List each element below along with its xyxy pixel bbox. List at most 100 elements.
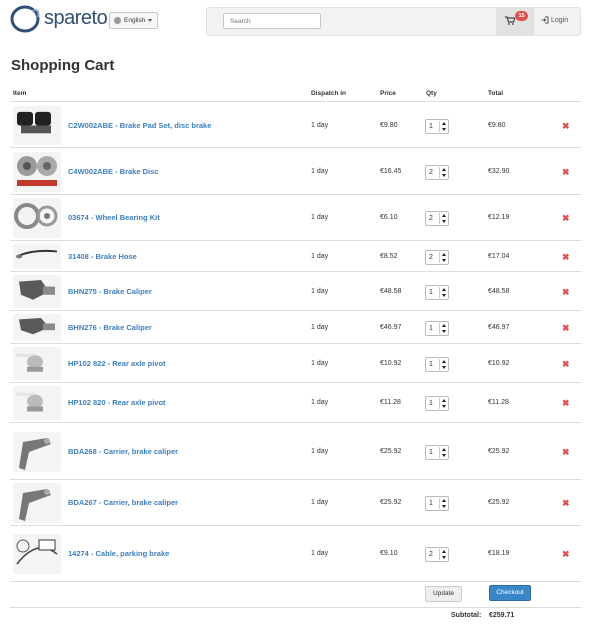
dispatch-time: 1 day <box>311 399 329 406</box>
caliper-carrier-image[interactable] <box>13 483 61 523</box>
product-link[interactable]: BHN276 - Brake Caliper <box>68 323 152 332</box>
quantity-stepper[interactable]: 2 <box>425 165 449 180</box>
product-link[interactable]: HP102 820 - Rear axle pivot <box>68 398 166 407</box>
stepper-arrows-icon[interactable] <box>439 323 447 334</box>
column-price: Price <box>380 90 396 97</box>
line-total: €11.28 <box>488 399 509 406</box>
stepper-arrows-icon[interactable] <box>439 167 447 178</box>
cart-row: BDA268 - Carrier, brake caliper 1 day €25.… <box>10 423 581 480</box>
remove-item-icon[interactable]: ✖ <box>562 252 570 263</box>
stepper-arrows-icon[interactable] <box>439 359 447 370</box>
subtotal-value: €259.71 <box>489 612 515 619</box>
product-link[interactable]: 31408 - Brake Hose <box>68 252 137 261</box>
axle-pivot-image[interactable]: febest <box>13 347 61 380</box>
axle-pivot-image[interactable]: febest <box>13 386 61 420</box>
wheel-bearing-image[interactable] <box>13 198 61 238</box>
remove-item-icon[interactable]: ✖ <box>562 323 570 334</box>
product-link[interactable]: HP102 822 - Rear axle pivot <box>68 359 166 368</box>
remove-item-icon[interactable]: ✖ <box>562 121 570 132</box>
spareto-logo[interactable]: spareto <box>10 5 108 33</box>
subtotal-label: Subtotal: <box>451 612 482 619</box>
product-link[interactable]: C2W002ABE - Brake Pad Set, disc brake <box>68 121 211 130</box>
brake-pads-image[interactable] <box>13 106 61 145</box>
checkout-button[interactable]: Checkout <box>489 585 531 601</box>
quantity-stepper[interactable]: 1 <box>425 357 449 372</box>
remove-item-icon[interactable]: ✖ <box>562 549 570 560</box>
stepper-arrows-icon[interactable] <box>439 398 447 409</box>
quantity-stepper[interactable]: 1 <box>425 445 449 460</box>
dispatch-time: 1 day <box>311 324 329 331</box>
quantity-stepper[interactable]: 1 <box>425 285 449 300</box>
dispatch-time: 1 day <box>311 253 329 260</box>
quantity-stepper[interactable]: 2 <box>425 211 449 226</box>
quantity-stepper[interactable]: 1 <box>425 321 449 336</box>
remove-item-icon[interactable]: ✖ <box>562 287 570 298</box>
dispatch-time: 1 day <box>311 168 329 175</box>
cart-row: BHN276 - Brake Caliper 1 day €46.97 1 €46.97… <box>10 311 581 344</box>
cart-button[interactable]: 15 <box>496 8 534 35</box>
unit-price: €16.45 <box>380 168 402 175</box>
unit-price: €25.92 <box>380 499 402 506</box>
line-total: €46.97 <box>488 324 510 331</box>
parking-cable-image[interactable] <box>13 534 61 574</box>
stepper-arrows-icon[interactable] <box>439 252 447 263</box>
search-input[interactable] <box>223 13 321 29</box>
product-link[interactable]: BDA268 - Carrier, brake caliper <box>68 447 178 456</box>
remove-item-icon[interactable]: ✖ <box>562 498 570 509</box>
remove-item-icon[interactable]: ✖ <box>562 359 570 370</box>
cart-count-badge: 15 <box>515 11 528 21</box>
globe-icon <box>114 17 121 24</box>
stepper-arrows-icon[interactable] <box>439 447 447 458</box>
remove-item-icon[interactable]: ✖ <box>562 398 570 409</box>
product-link[interactable]: BDA267 - Carrier, brake caliper <box>68 498 178 507</box>
line-total: €9.80 <box>488 122 506 129</box>
quantity-stepper[interactable]: 1 <box>425 496 449 511</box>
cart-row: 31408 - Brake Hose 1 day €8.52 2 €17.04 ✖ <box>10 241 581 272</box>
language-dropdown[interactable]: English <box>109 12 158 29</box>
product-link[interactable]: 03674 - Wheel Bearing Kit <box>68 213 160 222</box>
product-link[interactable]: 14274 - Cable, parking brake <box>68 549 169 558</box>
brake-caliper-image[interactable] <box>13 275 61 308</box>
quantity-stepper[interactable]: 1 <box>425 119 449 134</box>
logo-mark-icon <box>10 5 40 33</box>
column-total: Total <box>488 90 504 97</box>
remove-item-icon[interactable]: ✖ <box>562 167 570 178</box>
product-link[interactable]: C4W002ABE - Brake Disc <box>68 167 158 176</box>
quantity-value: 2 <box>429 215 433 222</box>
stepper-arrows-icon[interactable] <box>439 549 447 560</box>
unit-price: €25.92 <box>380 448 402 455</box>
quantity-stepper[interactable]: 1 <box>425 396 449 411</box>
dispatch-time: 1 day <box>311 448 329 455</box>
caliper-carrier-image[interactable] <box>13 432 61 472</box>
stepper-arrows-icon[interactable] <box>439 498 447 509</box>
login-label: Login <box>551 16 569 24</box>
quantity-value: 1 <box>429 500 433 507</box>
line-total: €10.92 <box>488 360 510 367</box>
stepper-arrows-icon[interactable] <box>439 121 447 132</box>
login-link[interactable]: Login <box>541 16 568 24</box>
quantity-stepper[interactable]: 2 <box>425 547 449 562</box>
remove-item-icon[interactable]: ✖ <box>562 213 570 224</box>
brake-hose-image[interactable] <box>13 244 61 269</box>
site-header: spareto English 15 Login <box>0 0 591 40</box>
logo-text: spareto <box>44 7 108 29</box>
cart-row: C2W002ABE - Brake Pad Set, disc brake 1 d… <box>10 103 581 148</box>
remove-item-icon[interactable]: ✖ <box>562 447 570 458</box>
quantity-stepper[interactable]: 2 <box>425 250 449 265</box>
cart-row: febest HP102 822 - Rear axle pivot 1 day €1… <box>10 344 581 383</box>
line-total: €25.92 <box>488 499 510 506</box>
unit-price: €9.80 <box>380 122 398 129</box>
svg-text:febest: febest <box>16 393 36 398</box>
brake-disc-image[interactable] <box>13 152 61 192</box>
quantity-value: 1 <box>429 449 433 456</box>
cart-row: 03674 - Wheel Bearing Kit 1 day €6.10 2 €12.… <box>10 195 581 241</box>
svg-text:febest: febest <box>16 353 36 358</box>
line-total: €17.04 <box>488 253 510 260</box>
quantity-value: 1 <box>429 289 433 296</box>
subtotal-divider <box>10 607 581 608</box>
stepper-arrows-icon[interactable] <box>439 213 447 224</box>
product-link[interactable]: BHN275 - Brake Caliper <box>68 287 152 296</box>
brake-caliper-image[interactable] <box>13 314 61 341</box>
update-button[interactable]: Update <box>425 586 462 602</box>
stepper-arrows-icon[interactable] <box>439 287 447 298</box>
